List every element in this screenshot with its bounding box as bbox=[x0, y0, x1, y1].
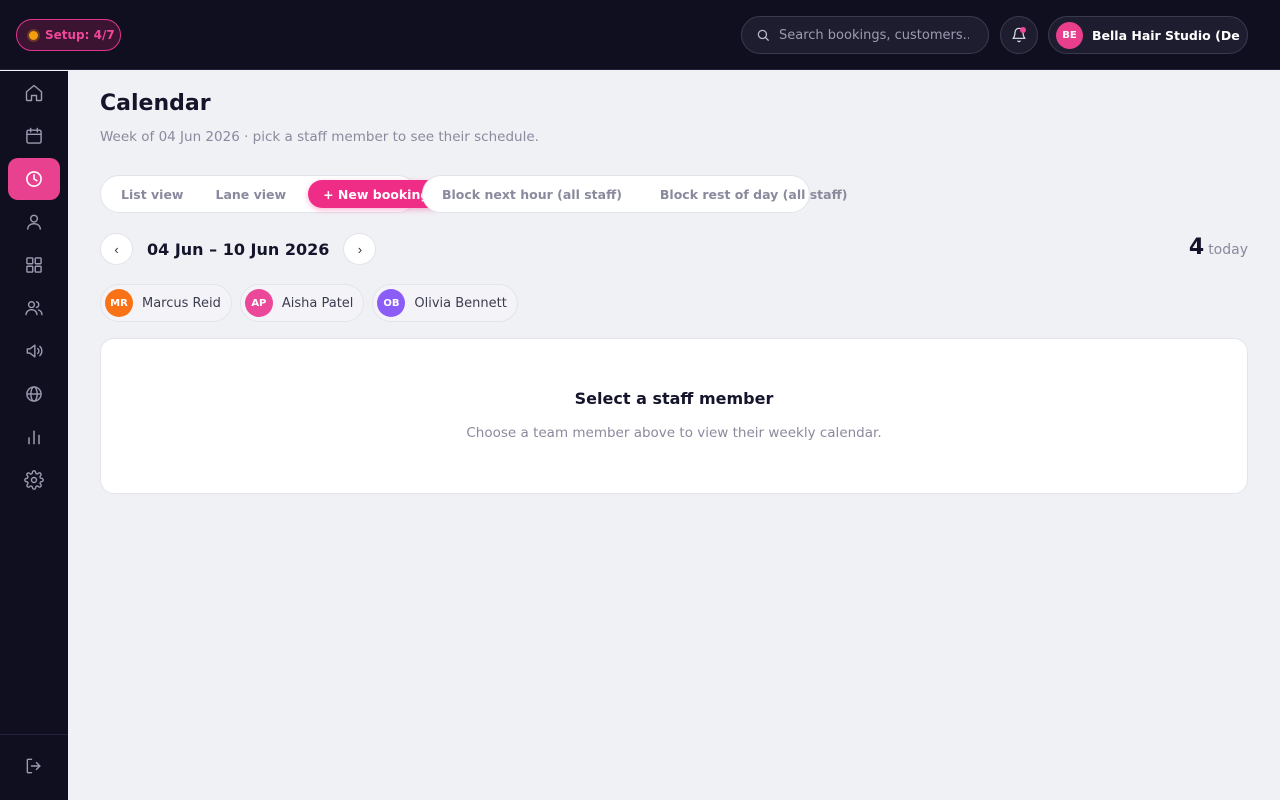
view-toolbar: List view Lane view + New booking bbox=[100, 175, 445, 213]
home-icon bbox=[25, 84, 43, 102]
bar-chart-icon bbox=[28, 430, 40, 445]
staff-selector: MR Marcus Reid AP Aisha Patel OB Olivia … bbox=[100, 284, 518, 322]
sidebar-item-home[interactable] bbox=[8, 72, 60, 114]
block-rest-of-day-button[interactable]: Block rest of day (all staff) bbox=[641, 180, 867, 208]
sidebar bbox=[0, 71, 68, 800]
staff-chip-aisha-patel[interactable]: AP Aisha Patel bbox=[239, 284, 365, 322]
block-next-hour-button[interactable]: Block next hour (all staff) bbox=[423, 180, 641, 208]
sidebar-item-schedule[interactable] bbox=[8, 158, 60, 200]
calendar-icon bbox=[26, 127, 42, 144]
avatar: AP bbox=[244, 289, 273, 317]
sidebar-item-calendar[interactable] bbox=[8, 115, 60, 157]
logout-icon bbox=[26, 758, 41, 774]
today-count-label: today bbox=[1208, 242, 1248, 258]
logout-button[interactable] bbox=[8, 745, 60, 787]
notifications-button[interactable] bbox=[1000, 16, 1038, 54]
page-title: Calendar bbox=[100, 91, 211, 116]
top-bar: Setup: 4/7 BE Bella Hair Studio (De... bbox=[0, 0, 1280, 70]
user-icon bbox=[27, 214, 41, 230]
megaphone-icon bbox=[26, 344, 43, 358]
list-view-button[interactable]: List view bbox=[105, 180, 199, 208]
staff-name: Olivia Bennett bbox=[414, 295, 507, 311]
staff-chip-marcus-reid[interactable]: MR Marcus Reid bbox=[100, 284, 232, 322]
grid-icon bbox=[26, 257, 42, 273]
avatar: MR bbox=[105, 289, 133, 317]
sidebar-item-settings[interactable] bbox=[8, 459, 60, 501]
account-name: Bella Hair Studio (De... bbox=[1092, 27, 1240, 43]
search-box[interactable] bbox=[741, 16, 989, 54]
today-count-value: 4 bbox=[1188, 235, 1205, 260]
clock-icon bbox=[26, 171, 42, 187]
globe-icon bbox=[26, 386, 42, 402]
week-navigator: ‹ 04 Jun – 10 Jun 2026 › bbox=[100, 233, 377, 265]
setup-status-dot bbox=[29, 30, 38, 40]
block-toolbar: Block next hour (all staff) Block rest o… bbox=[422, 175, 847, 213]
main-content: Calendar Week of 04 Jun 2026 · pick a st… bbox=[68, 71, 1280, 800]
setup-progress-label: Setup: 4/7 bbox=[45, 28, 115, 42]
gear-icon bbox=[24, 470, 44, 490]
lane-view-button[interactable]: Lane view bbox=[199, 180, 302, 208]
page-subtitle: Week of 04 Jun 2026 · pick a staff membe… bbox=[100, 129, 539, 145]
users-icon bbox=[25, 301, 43, 316]
staff-name: Aisha Patel bbox=[281, 295, 354, 311]
empty-state-card: Select a staff member Choose a team memb… bbox=[100, 338, 1248, 494]
staff-chip-olivia-bennett[interactable]: OB Olivia Bennett bbox=[372, 284, 518, 322]
search-input[interactable] bbox=[779, 27, 969, 43]
sidebar-divider bbox=[0, 734, 68, 735]
next-week-button[interactable]: › bbox=[343, 233, 377, 265]
avatar: OB bbox=[377, 289, 406, 317]
sidebar-item-website[interactable] bbox=[8, 373, 60, 415]
empty-state-text: Choose a team member above to view their… bbox=[466, 425, 882, 441]
sidebar-item-team[interactable] bbox=[8, 287, 60, 329]
sidebar-item-customers[interactable] bbox=[8, 201, 60, 243]
avatar: BE bbox=[1056, 21, 1083, 49]
account-menu[interactable]: BE Bella Hair Studio (De... bbox=[1048, 16, 1248, 54]
search-icon bbox=[757, 29, 769, 41]
sidebar-item-services[interactable] bbox=[8, 244, 60, 286]
sidebar-item-marketing[interactable] bbox=[8, 330, 60, 372]
empty-state-title: Select a staff member bbox=[574, 389, 774, 408]
previous-week-button[interactable]: ‹ bbox=[100, 233, 133, 265]
week-range-label: 04 Jun – 10 Jun 2026 bbox=[147, 239, 330, 259]
notification-badge bbox=[1020, 27, 1026, 33]
sidebar-item-reports[interactable] bbox=[8, 416, 60, 458]
today-bookings-count: 4 today bbox=[1189, 235, 1248, 260]
setup-progress-button[interactable]: Setup: 4/7 bbox=[16, 19, 121, 51]
staff-name: Marcus Reid bbox=[142, 295, 221, 311]
